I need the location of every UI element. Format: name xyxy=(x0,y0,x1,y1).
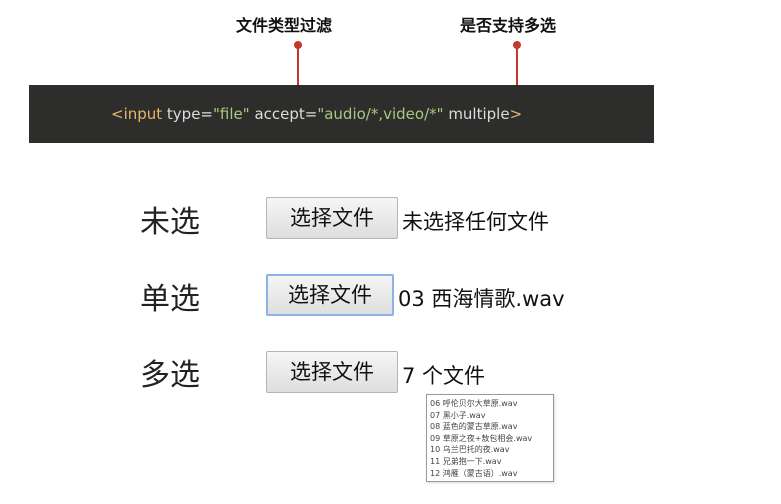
choose-file-button-multi[interactable]: 选择文件 xyxy=(266,351,398,393)
tooltip-file-item: 12 鸿雁（蒙古语）.wav xyxy=(430,468,518,478)
row-label-none: 未选 xyxy=(140,205,200,240)
code-type-attr: type= xyxy=(162,105,214,123)
code-accept-value: "audio/*,video/*" xyxy=(317,105,444,123)
tooltip-file-item: 08 蓝色的蒙古草原.wav xyxy=(430,422,518,432)
tooltip-file-item: 11 兄弟抱一下.wav xyxy=(430,456,502,466)
code-tag-open: <input xyxy=(111,105,163,123)
tooltip-file-item: 06 呼伦贝尔大草原.wav xyxy=(430,399,518,408)
selected-files-tooltip: 06 呼伦贝尔大草原.wav 07 黑小子.wav 08 蓝色的蒙古草原.wav… xyxy=(426,394,554,483)
file-status-none: 未选择任何文件 xyxy=(402,210,549,234)
tooltip-file-item: 09 草原之夜+敖包相会.wav xyxy=(430,433,533,443)
multiple-select-annotation: 是否支持多选 xyxy=(460,16,557,35)
choose-file-button-none[interactable]: 选择文件 xyxy=(266,197,398,239)
code-tag-close: > xyxy=(509,105,523,123)
row-label-multi: 多选 xyxy=(140,358,200,393)
code-multiple-attr: multiple xyxy=(443,105,510,123)
file-status-single: 03 西海情歌.wav xyxy=(398,287,565,311)
row-label-single: 单选 xyxy=(140,282,200,317)
file-type-pointer-dot xyxy=(294,41,302,49)
multiple-pointer-dot xyxy=(513,41,521,49)
code-snippet: <input type="file" accept="audio/*,video… xyxy=(111,105,522,123)
code-accept-attr: accept= xyxy=(249,105,318,123)
tooltip-file-item: 10 乌兰巴托的夜.wav xyxy=(430,445,510,455)
file-status-multi: 7 个文件 xyxy=(402,364,486,388)
code-banner: <input type="file" accept="audio/*,video… xyxy=(29,85,654,143)
tooltip-file-item: 07 黑小子.wav xyxy=(430,410,486,420)
code-type-value: "file" xyxy=(213,105,250,123)
choose-file-button-single[interactable]: 选择文件 xyxy=(266,274,394,316)
file-type-filter-annotation: 文件类型过滤 xyxy=(236,16,333,35)
